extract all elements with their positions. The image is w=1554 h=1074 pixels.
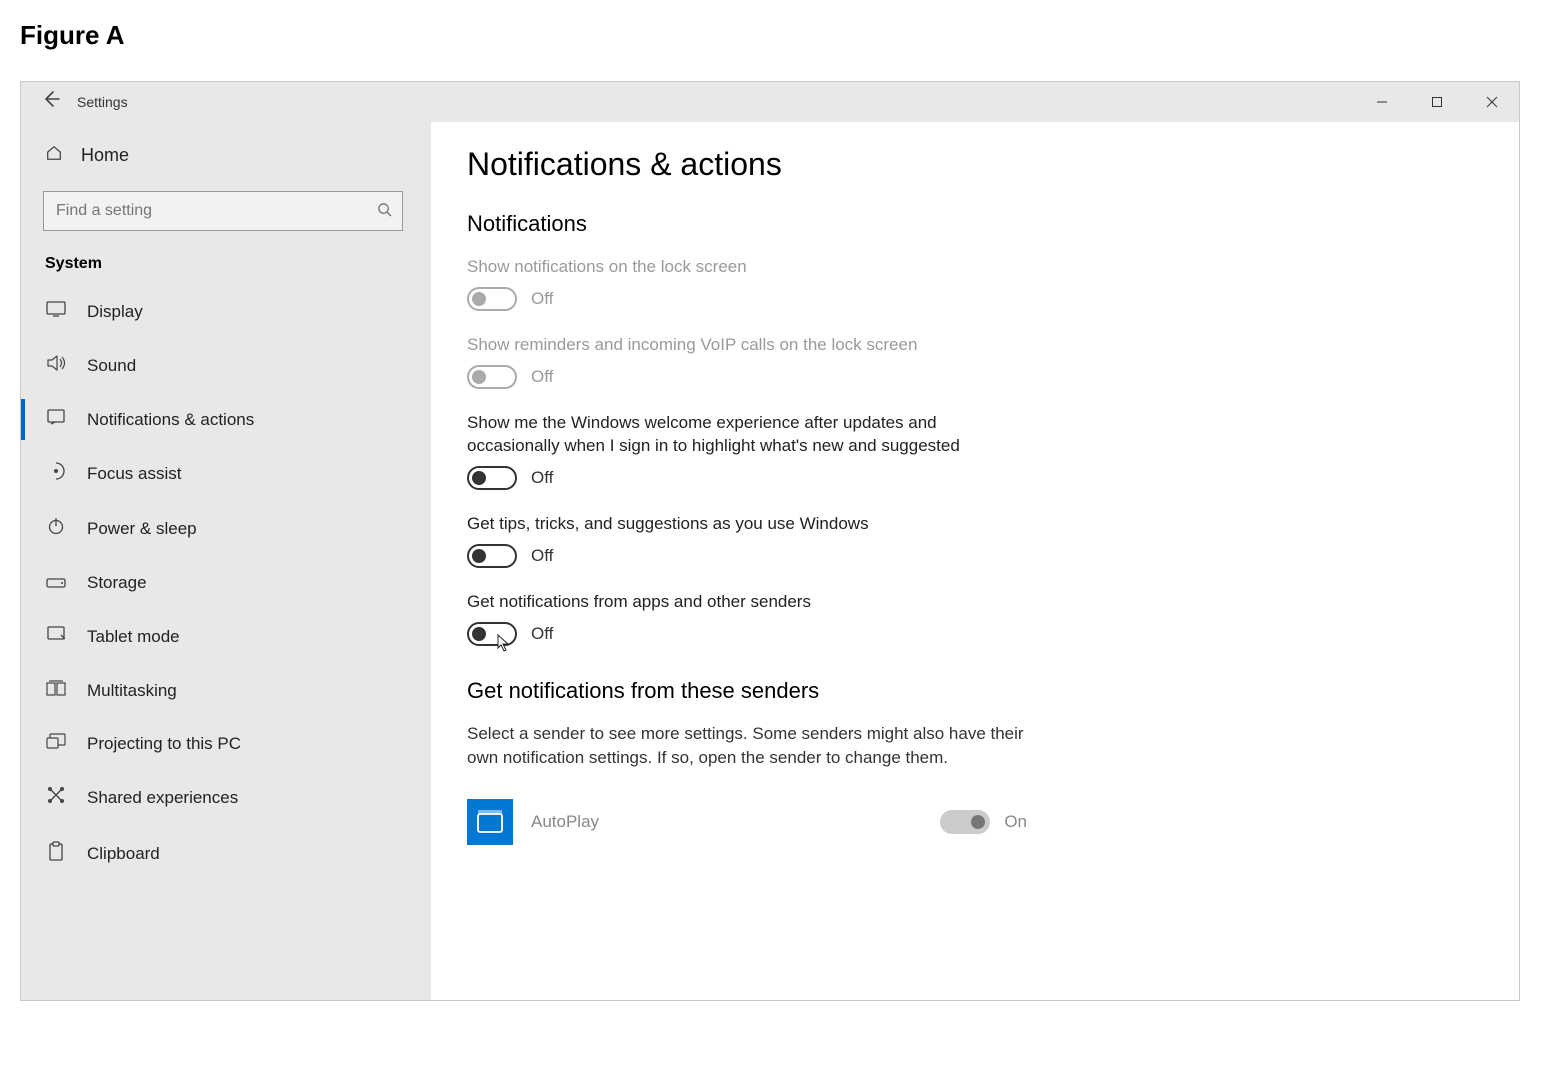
sidebar-item-display[interactable]: Display: [21, 285, 431, 338]
main-content: Notifications & actions Notifications Sh…: [431, 122, 1519, 1000]
multitasking-icon: [45, 680, 67, 701]
titlebar: Settings: [21, 82, 1519, 122]
sidebar-item-clipboard[interactable]: Clipboard: [21, 825, 431, 882]
power-icon: [45, 517, 67, 540]
toggle-state: Off: [531, 367, 553, 387]
maximize-icon: [1431, 96, 1443, 108]
arrow-left-icon: [41, 89, 61, 109]
maximize-button[interactable]: [1409, 82, 1464, 122]
toggle-apps-senders: Get notifications from apps and other se…: [467, 590, 1479, 646]
section-title-senders: Get notifications from these senders: [467, 678, 1479, 704]
toggle-label: Show me the Windows welcome experience a…: [467, 411, 1027, 459]
autoplay-icon: [467, 799, 513, 845]
sidebar-item-label: Power & sleep: [87, 519, 197, 539]
sender-toggle-state: On: [1004, 812, 1027, 832]
sidebar-item-label: Sound: [87, 356, 136, 376]
sidebar-item-label: Tablet mode: [87, 627, 180, 647]
settings-window: Settings Home: [20, 81, 1520, 1001]
home-nav[interactable]: Home: [21, 132, 431, 179]
toggle-state: Off: [531, 289, 553, 309]
sidebar-item-label: Notifications & actions: [87, 410, 254, 430]
toggle-lock-screen-notifications: Show notifications on the lock screen Of…: [467, 255, 1479, 311]
page-title: Notifications & actions: [467, 146, 1479, 183]
tablet-icon: [45, 625, 67, 648]
display-icon: [45, 301, 67, 322]
cursor-icon: [497, 634, 511, 657]
sidebar-item-projecting[interactable]: Projecting to this PC: [21, 717, 431, 770]
sender-toggle-switch[interactable]: [940, 810, 990, 834]
window-controls: [1354, 82, 1519, 122]
storage-icon: [45, 572, 67, 593]
titlebar-left: Settings: [21, 89, 128, 115]
search-icon: [377, 202, 392, 221]
close-icon: [1486, 96, 1498, 108]
toggle-voip-lock-screen: Show reminders and incoming VoIP calls o…: [467, 333, 1479, 389]
shared-experiences-icon: [45, 786, 67, 809]
projecting-icon: [45, 733, 67, 754]
toggle-state: Off: [531, 624, 553, 644]
figure-label: Figure A: [20, 20, 1534, 51]
close-button[interactable]: [1464, 82, 1519, 122]
focus-assist-icon: [45, 462, 67, 485]
back-button[interactable]: [39, 89, 63, 115]
section-title-notifications: Notifications: [467, 211, 1479, 237]
home-icon: [45, 144, 63, 167]
minimize-button[interactable]: [1354, 82, 1409, 122]
sidebar-item-shared-experiences[interactable]: Shared experiences: [21, 770, 431, 825]
sidebar-item-sound[interactable]: Sound: [21, 338, 431, 393]
sender-name: AutoPlay: [531, 812, 922, 832]
minimize-icon: [1376, 96, 1388, 108]
toggle-label: Show notifications on the lock screen: [467, 255, 1027, 279]
toggle-state: Off: [531, 546, 553, 566]
clipboard-icon: [45, 841, 67, 866]
notifications-icon: [45, 409, 67, 430]
sidebar-section-header: System: [21, 243, 431, 285]
sidebar-item-focus-assist[interactable]: Focus assist: [21, 446, 431, 501]
sidebar-item-power-sleep[interactable]: Power & sleep: [21, 501, 431, 556]
toggle-switch[interactable]: [467, 365, 517, 389]
sidebar-item-label: Focus assist: [87, 464, 181, 484]
toggle-state: Off: [531, 468, 553, 488]
sender-row-autoplay[interactable]: AutoPlay On: [467, 799, 1027, 845]
sidebar: Home System Display Sound Notifications …: [21, 122, 431, 1000]
senders-description: Select a sender to see more settings. So…: [467, 722, 1047, 770]
toggle-welcome-experience: Show me the Windows welcome experience a…: [467, 411, 1479, 491]
sidebar-item-multitasking[interactable]: Multitasking: [21, 664, 431, 717]
sidebar-item-label: Clipboard: [87, 844, 160, 864]
sidebar-item-tablet-mode[interactable]: Tablet mode: [21, 609, 431, 664]
app-title: Settings: [77, 94, 128, 110]
toggle-label: Get notifications from apps and other se…: [467, 590, 1027, 614]
toggle-switch[interactable]: [467, 466, 517, 490]
sidebar-item-label: Projecting to this PC: [87, 734, 241, 754]
search-input[interactable]: [54, 201, 367, 221]
toggle-label: Get tips, tricks, and suggestions as you…: [467, 512, 1027, 536]
home-label: Home: [81, 145, 129, 166]
search-box[interactable]: [43, 191, 403, 231]
toggle-label: Show reminders and incoming VoIP calls o…: [467, 333, 1027, 357]
sidebar-item-label: Storage: [87, 573, 147, 593]
sidebar-item-storage[interactable]: Storage: [21, 556, 431, 609]
toggle-tips-tricks: Get tips, tricks, and suggestions as you…: [467, 512, 1479, 568]
sidebar-item-label: Display: [87, 302, 143, 322]
sidebar-item-label: Multitasking: [87, 681, 177, 701]
toggle-switch[interactable]: [467, 287, 517, 311]
toggle-switch[interactable]: [467, 544, 517, 568]
sidebar-item-label: Shared experiences: [87, 788, 238, 808]
sidebar-item-notifications[interactable]: Notifications & actions: [21, 393, 431, 446]
sound-icon: [45, 354, 67, 377]
